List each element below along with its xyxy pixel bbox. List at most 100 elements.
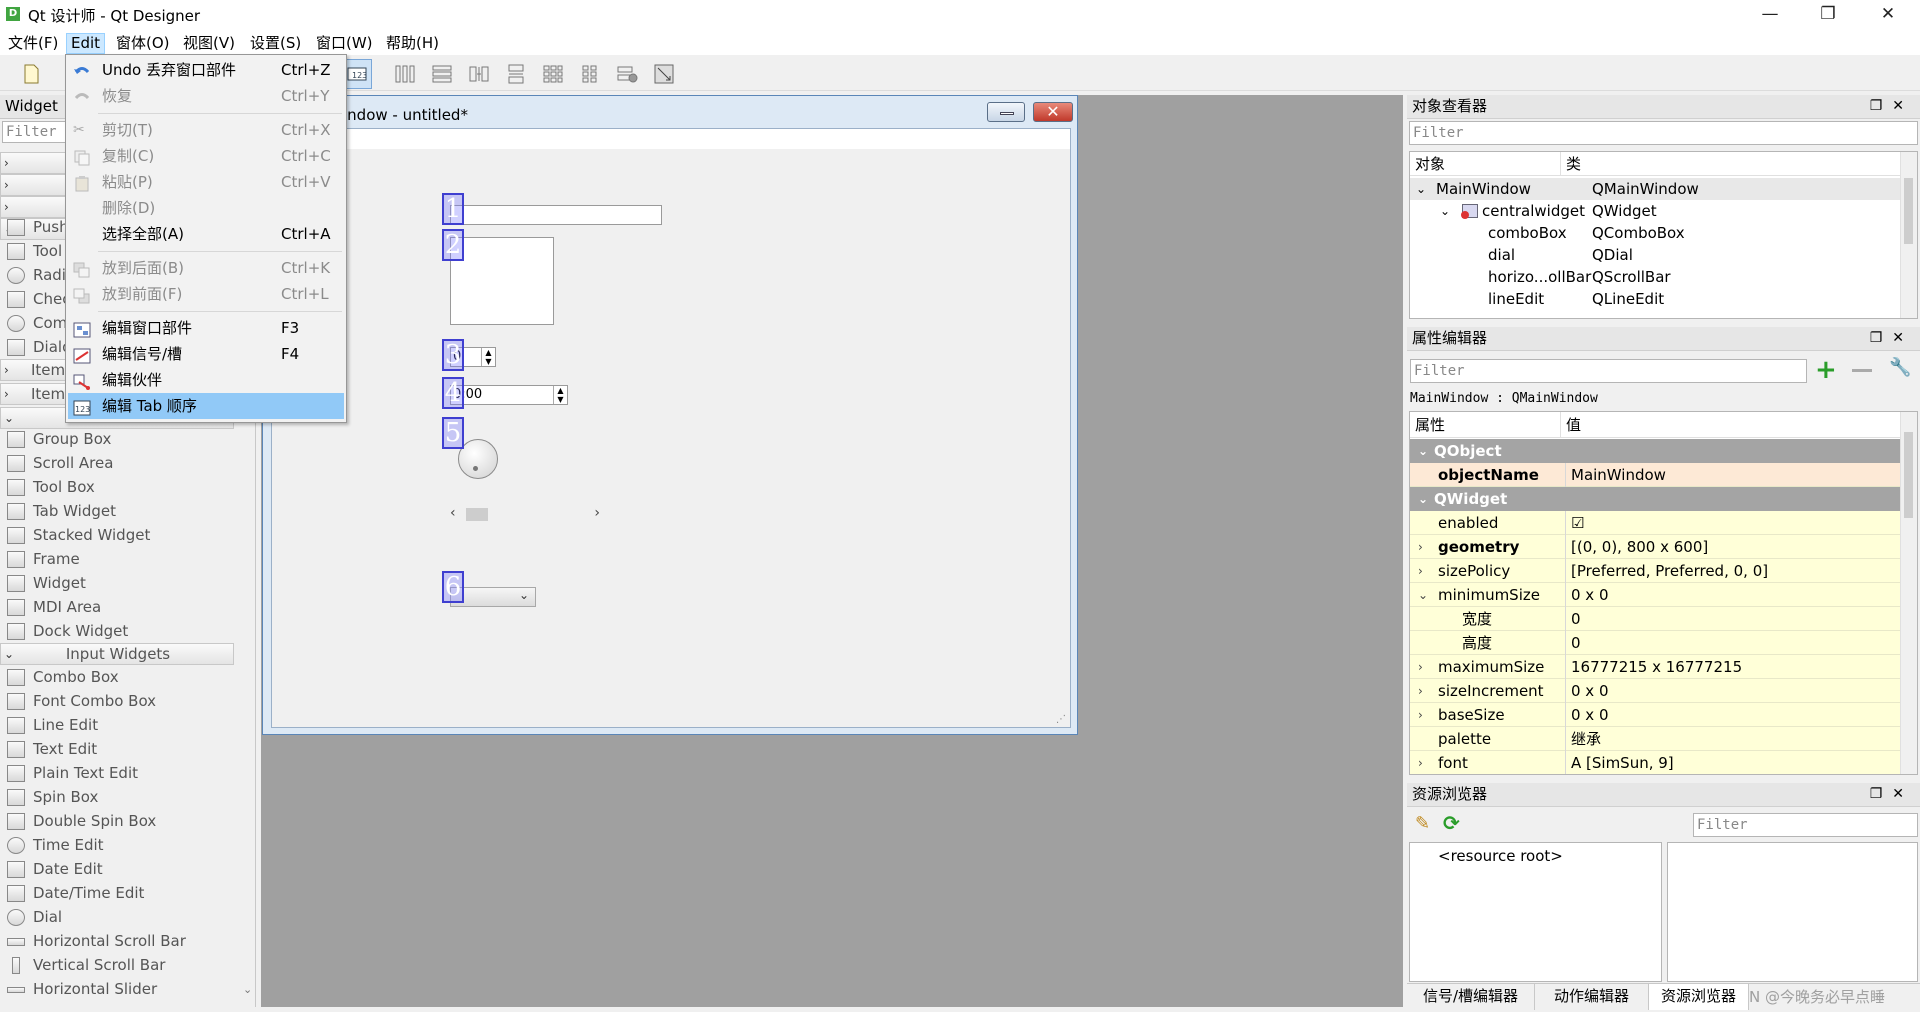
text-edit[interactable] [450,237,554,325]
spin-arrows-icon[interactable]: ▲ ▼ [481,348,495,366]
scroll-left-icon[interactable]: ‹ [450,505,456,521]
remove-property-icon[interactable] [1852,369,1872,372]
tab-order-badge[interactable]: 2 [442,229,464,261]
widget-item[interactable]: Frame [0,547,240,571]
widget-item[interactable]: Horizontal Scroll Bar [0,929,240,953]
property-row[interactable]: › geometry [(0, 0), 800 x 600] [1410,535,1900,559]
menu-item-send-back[interactable]: 放到后面(B) Ctrl+K [68,255,344,281]
widget-item[interactable]: Text Edit [0,737,240,761]
tab-order-badge[interactable]: 4 [442,377,464,409]
chevron-down-icon[interactable]: ⌄ [519,588,529,602]
menu-item-edit-tab-order[interactable]: 123 编辑 Tab 顺序 [68,393,344,419]
dial[interactable] [458,439,498,479]
property-row[interactable]: › font A [SimSun, 9] [1410,751,1900,774]
menu-item-redo[interactable]: 恢复 Ctrl+Y [68,83,344,109]
widget-item[interactable]: Group Box [0,427,240,451]
new-file-icon[interactable] [20,63,42,85]
object-filter-input[interactable]: Filter [1409,121,1918,145]
time-edit[interactable]: 0:00 ▲ ▼ [450,385,568,405]
widget-item[interactable]: Vertical Scroll Bar [0,953,240,977]
layout-grid-icon[interactable] [542,63,564,85]
dock-float-close-icon[interactable]: ❐✕ [1870,95,1914,118]
menu-item-paste[interactable]: 粘贴(P) Ctrl+V [68,169,344,195]
adjust-size-icon[interactable] [653,63,675,85]
property-row[interactable]: › sizeIncrement 0 x 0 [1410,679,1900,703]
widget-item[interactable]: Widget [0,571,240,595]
property-row[interactable]: 宽度 0 [1410,607,1900,631]
widget-item[interactable]: Time Edit [0,833,240,857]
tab-order-badge[interactable]: 6 [442,571,464,603]
scroll-right-icon[interactable]: › [594,505,600,521]
menu-item-edit-signals[interactable]: 编辑信号/槽 F4 [68,341,344,367]
menu-item-bring-front[interactable]: 放到前面(F) Ctrl+L [68,281,344,307]
property-table[interactable]: 属性 值 ⌄ QObject objectName MainWindow ⌄ Q… [1409,411,1918,775]
property-row-objectname[interactable]: objectName MainWindow [1410,463,1900,487]
widget-item[interactable]: Combo Box [0,665,240,689]
object-row[interactable]: horizo...ollBar QScrollBar [1410,266,1900,288]
chevron-down-icon[interactable]: ⌄ [1440,200,1450,222]
property-row[interactable]: › baseSize 0 x 0 [1410,703,1900,727]
tab-action-editor[interactable]: 动作编辑器 [1535,984,1649,1010]
widget-item[interactable]: MDI Area [0,595,240,619]
horizontal-scroll-bar[interactable]: ‹ › [450,505,600,523]
menu-item-copy[interactable]: 复制(C) Ctrl+C [68,143,344,169]
scroll-thumb[interactable] [1904,432,1913,518]
property-scrollbar[interactable] [1900,412,1917,774]
widget-item[interactable]: Double Spin Box [0,809,240,833]
widget-item[interactable]: Dock Widget [0,619,240,643]
menu-help[interactable]: 帮助(H) [382,33,443,54]
object-row[interactable]: dial QDial [1410,244,1900,266]
scroll-thumb[interactable] [466,508,488,521]
menu-item-select-all[interactable]: 选择全部(A) Ctrl+A [68,221,344,247]
menu-view[interactable]: 视图(V) [179,33,239,54]
reload-icon[interactable]: ⟳ [1443,811,1460,835]
layout-horizontal-icon[interactable] [394,63,416,85]
time-arrows-icon[interactable]: ▲ ▼ [553,386,567,404]
add-property-icon[interactable]: + [1815,357,1837,383]
property-row[interactable]: › maximumSize 16777215 x 16777215 [1410,655,1900,679]
layout-splitter-v-icon[interactable] [505,63,527,85]
menu-item-edit-buddies[interactable]: 编辑伙伴 [68,367,344,393]
menu-file[interactable]: 文件(F) [4,33,62,54]
property-row[interactable]: palette 继承 [1410,727,1900,751]
object-row[interactable]: comboBox QComboBox [1410,222,1900,244]
break-layout-icon[interactable] [616,63,638,85]
form-menu-bar[interactable] [272,129,1070,149]
menu-window[interactable]: 窗口(W) [312,33,377,54]
widget-item[interactable]: Font Combo Box [0,689,240,713]
form-canvas[interactable]: 1 2 0 ▲ ▼ 3 0:00 ▲ ▼ 4 5 ‹ › ⌄ 6 ⋰ [271,128,1071,728]
scroll-thumb[interactable] [1904,178,1913,244]
property-row[interactable]: 高度 0 [1410,631,1900,655]
tab-resource-browser[interactable]: 资源浏览器 [1649,984,1749,1010]
scroll-down-icon[interactable]: ⌄ [243,983,252,996]
layout-vertical-icon[interactable] [431,63,453,85]
widget-item[interactable]: Line Edit [0,713,240,737]
form-minimize-button[interactable] [987,102,1025,122]
resource-file-list[interactable] [1667,842,1918,982]
widget-item[interactable]: Plain Text Edit [0,761,240,785]
widget-item[interactable]: Date/Time Edit [0,881,240,905]
object-row-centralwidget[interactable]: ⌄ centralwidget QWidget [1410,200,1900,222]
menu-item-cut[interactable]: ✂ 剪切(T) Ctrl+X [68,117,344,143]
widget-item[interactable]: Spin Box [0,785,240,809]
pencil-icon[interactable]: ✎ [1415,813,1430,834]
widget-item[interactable]: Scroll Area [0,451,240,475]
enabled-checkbox[interactable]: ☑ [1565,511,1584,535]
close-button[interactable]: ✕ [1864,0,1912,30]
widget-item[interactable]: Date Edit [0,857,240,881]
object-row-mainwindow[interactable]: ⌄ MainWindow QMainWindow [1410,178,1900,200]
tab-signal-slot-editor[interactable]: 信号/槽编辑器 [1407,984,1535,1010]
resource-root-item[interactable]: <resource root> [1438,847,1563,865]
menu-item-edit-widgets[interactable]: 编辑窗口部件 F3 [68,315,344,341]
menu-item-undo[interactable]: Undo 丢弃窗口部件 Ctrl+Z [68,57,344,83]
menu-item-delete[interactable]: 删除(D) [68,195,344,221]
object-tree-scrollbar[interactable] [1900,152,1917,318]
resource-tree[interactable]: <resource root> [1409,842,1662,982]
dock-float-close-icon[interactable]: ❐✕ [1870,327,1914,350]
dock-float-close-icon[interactable]: ❐✕ [1870,783,1914,806]
tab-order-badge[interactable]: 1 [442,193,464,225]
widget-item[interactable]: Stacked Widget [0,523,240,547]
menu-settings[interactable]: 设置(S) [246,33,305,54]
property-row[interactable]: › sizePolicy [Preferred, Preferred, 0, 0… [1410,559,1900,583]
property-group-qobject[interactable]: ⌄ QObject [1410,439,1900,463]
